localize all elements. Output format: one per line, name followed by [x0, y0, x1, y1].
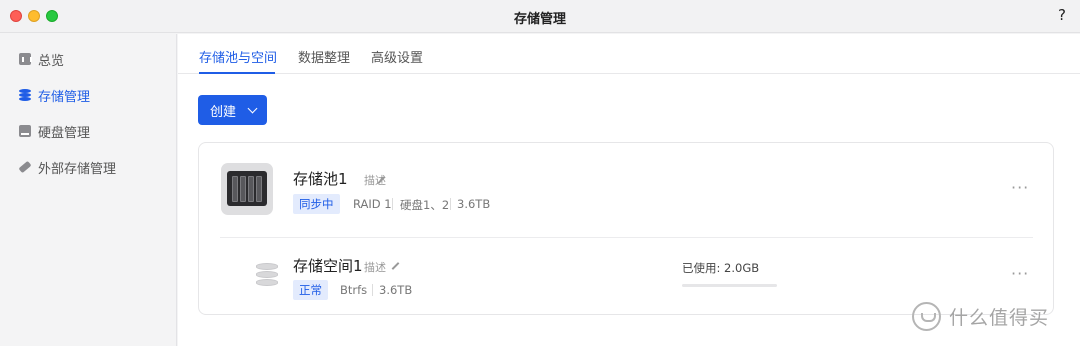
- tab-advanced-settings[interactable]: 高级设置: [371, 47, 423, 66]
- sidebar-item-storage[interactable]: 存储管理: [19, 85, 90, 105]
- help-button[interactable]: ?: [1058, 6, 1066, 24]
- create-button[interactable]: 创建: [198, 95, 267, 125]
- chevron-down-icon: [247, 103, 258, 114]
- card-divider: [220, 237, 1033, 238]
- title-bar: 存储管理 ?: [0, 0, 1080, 33]
- pool-status-badge: 同步中: [293, 194, 340, 214]
- window-title: 存储管理: [513, 12, 566, 27]
- volume-name: 存储空间1: [293, 257, 363, 275]
- tab-pools-volumes[interactable]: 存储池与空间: [199, 47, 277, 66]
- usb-drive-icon: [18, 160, 32, 174]
- overview-icon: [19, 53, 32, 65]
- main-panel: 存储池与空间 数据整理 高级设置 创建 存储池1 描述 同步中 RAID 1 硬…: [178, 34, 1080, 346]
- storage-pool-card: 存储池1 描述 同步中 RAID 1 硬盘1、2 3.6TB ··· 存储空间1…: [198, 142, 1054, 315]
- sidebar-item-external[interactable]: 外部存储管理: [18, 157, 117, 177]
- sidebar-item-label: 总览: [38, 53, 65, 69]
- sidebar: 总览 存储管理 硬盘管理 外部存储管理: [0, 34, 177, 346]
- pool-size: 3.6TB: [457, 197, 491, 211]
- watermark-text: 什么值得买: [949, 307, 1050, 329]
- storage-pool-icon: [221, 163, 273, 215]
- smzdm-logo-icon: [912, 302, 941, 331]
- hard-disk-icon: [19, 125, 31, 137]
- sidebar-item-disks[interactable]: 硬盘管理: [19, 121, 90, 141]
- volume-more-button[interactable]: ···: [1011, 264, 1029, 283]
- pool-name: 存储池1: [293, 170, 348, 188]
- volume-status-badge: 正常: [293, 280, 328, 300]
- divider: [372, 284, 373, 296]
- watermark: 什么值得买: [912, 302, 1049, 331]
- volume-usage-bar: [682, 284, 777, 287]
- divider: [392, 198, 393, 210]
- divider: [450, 198, 451, 210]
- sidebar-item-overview[interactable]: 总览: [19, 49, 64, 69]
- pool-raid-level: RAID 1: [353, 197, 392, 211]
- volume-icon: [256, 263, 278, 287]
- sidebar-item-label: 硬盘管理: [38, 125, 91, 141]
- tab-bar: 存储池与空间 数据整理 高级设置: [178, 34, 1080, 74]
- volume-usage-text: 已使用: 2.0GB: [682, 261, 760, 275]
- volume-size: 3.6TB: [379, 283, 413, 297]
- active-tab-indicator: [199, 72, 275, 74]
- volume-filesystem: Btrfs: [340, 283, 368, 297]
- sidebar-item-label: 外部存储管理: [38, 161, 117, 177]
- database-icon: [19, 89, 31, 101]
- pencil-icon[interactable]: [391, 262, 400, 270]
- pool-disks: 硬盘1、2: [400, 198, 450, 212]
- sidebar-item-label: 存储管理: [38, 89, 91, 105]
- create-button-label: 创建: [210, 104, 237, 120]
- tab-data-organize[interactable]: 数据整理: [298, 47, 350, 66]
- pool-more-button[interactable]: ···: [1011, 178, 1029, 197]
- volume-description-link[interactable]: 描述: [364, 259, 386, 275]
